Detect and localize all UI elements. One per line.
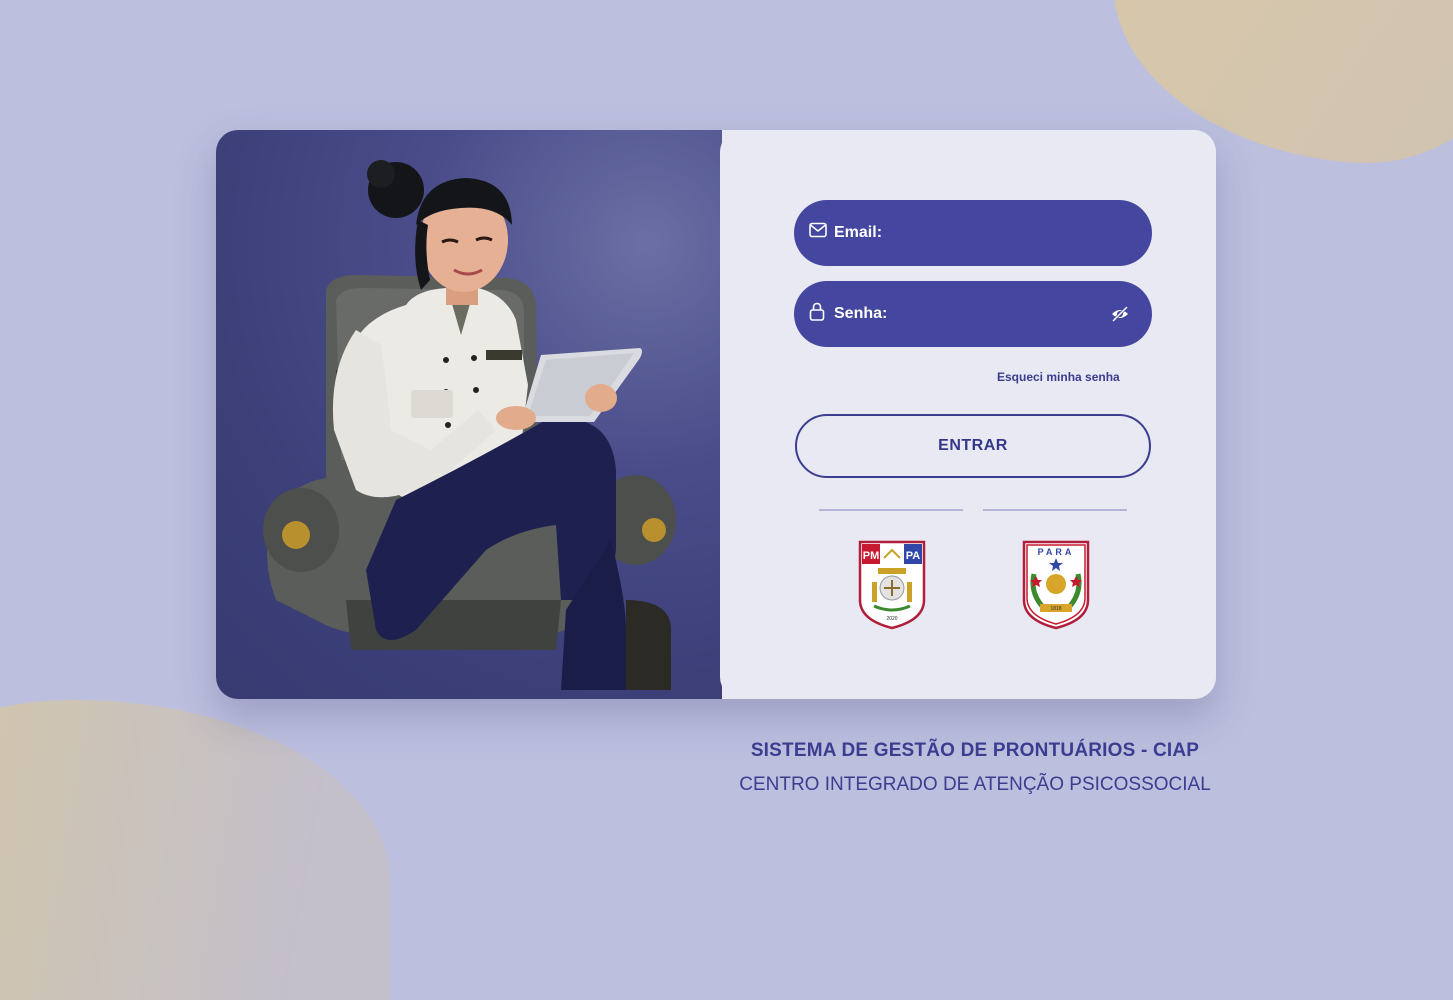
lock-icon [809,302,825,321]
system-title: SISTEMA DE GESTÃO DE PRONTUÁRIOS - CIAP [750,740,1200,761]
crest-pa-text: PA [906,550,921,562]
email-label: Email: [834,224,883,241]
crest-left-year: 2020 [886,616,897,622]
login-card: Email: Senha: Esqueci minha senha ENTRAR [216,130,1216,699]
crest-right-year: 1818 [1050,606,1061,612]
crest-right-top-text: PARA [1038,547,1075,557]
eye-off-icon[interactable] [1110,305,1130,323]
password-field[interactable]: Senha: [794,281,1152,347]
email-field[interactable]: Email: [794,200,1152,266]
divider-right [983,509,1127,511]
divider-left [819,509,963,511]
decorative-blob-bottom-left [0,700,390,1000]
password-label: Senha: [834,305,888,322]
pmpa-crest-icon: PM PA 2020 [858,540,926,630]
login-button[interactable]: ENTRAR [795,414,1151,478]
mail-icon [809,222,827,238]
forgot-password-link[interactable]: Esqueci minha senha [997,370,1120,384]
login-panel: Email: Senha: Esqueci minha senha ENTRAR [720,130,1216,699]
hero-illustration [216,130,722,699]
password-input[interactable] [894,299,1102,331]
email-input[interactable] [894,218,1102,250]
system-subtitle: CENTRO INTEGRADO DE ATENÇÃO PSICOSSOCIAL [739,774,1211,795]
crest-pm-text: PM [863,550,880,562]
officer-illustration [263,160,676,690]
para-crest-icon: PARA 1818 [1022,540,1090,630]
